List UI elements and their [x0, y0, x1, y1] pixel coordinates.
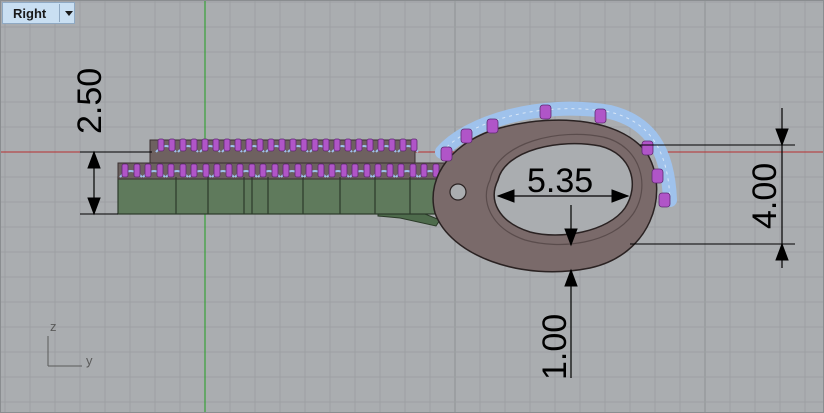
- top-stone-row: [149, 138, 419, 166]
- prong: [271, 163, 279, 178]
- bail-prong: [651, 168, 664, 184]
- bail-prong: [658, 192, 671, 208]
- prong: [294, 163, 302, 178]
- dimension-label-loop-width: 5.35: [527, 162, 593, 200]
- prong: [311, 138, 319, 152]
- prong: [388, 138, 396, 152]
- prong: [409, 163, 417, 178]
- prong: [355, 138, 363, 152]
- prong: [212, 138, 220, 152]
- prong: [363, 163, 371, 178]
- prong: [236, 163, 244, 178]
- prong: [245, 138, 253, 152]
- bail-prong: [539, 104, 552, 120]
- prong: [399, 138, 407, 152]
- prong: [167, 163, 175, 178]
- prong: [340, 163, 348, 178]
- chevron-down-icon[interactable]: [65, 10, 73, 16]
- prong: [300, 138, 308, 152]
- bail-prong: [440, 146, 453, 162]
- prong: [305, 163, 313, 178]
- prong: [351, 163, 359, 178]
- bail-prong: [460, 128, 473, 144]
- prong: [289, 138, 297, 152]
- bail-prong: [594, 108, 607, 124]
- dimension-label-height-left: 2.50: [71, 68, 109, 134]
- prong: [144, 163, 152, 178]
- prong: [223, 138, 231, 152]
- prong: [317, 163, 325, 178]
- prong: [366, 138, 374, 152]
- prong: [190, 138, 198, 152]
- prong: [201, 138, 209, 152]
- prong: [328, 163, 336, 178]
- axis-gizmo-z-label: z: [50, 319, 57, 334]
- prong: [377, 138, 385, 152]
- dimension-label-bottom-gap: 1.00: [536, 314, 574, 380]
- prong: [322, 138, 330, 152]
- prong: [133, 163, 141, 178]
- prong: [410, 138, 418, 152]
- prong: [202, 163, 210, 178]
- bail-hole: [449, 183, 467, 201]
- prong: [213, 163, 221, 178]
- prong: [179, 138, 187, 152]
- prong: [157, 138, 165, 152]
- prong: [386, 163, 394, 178]
- prong: [278, 138, 286, 152]
- prong: [344, 138, 352, 152]
- prong: [225, 163, 233, 178]
- prong: [420, 163, 428, 178]
- prong: [256, 138, 264, 152]
- prong: [282, 163, 290, 178]
- viewport-tab-label[interactable]: Right: [3, 6, 59, 21]
- prong: [156, 163, 164, 178]
- prong: [234, 138, 242, 152]
- prong: [333, 138, 341, 152]
- prong: [397, 163, 405, 178]
- viewport-tab[interactable]: Right: [2, 2, 75, 24]
- prong: [248, 163, 256, 178]
- dimension-label-loop-height: 4.00: [746, 163, 784, 229]
- prong: [179, 163, 187, 178]
- ring-body: [117, 162, 465, 227]
- axis-gizmo-y-label: y: [86, 353, 93, 368]
- prong: [121, 163, 129, 178]
- bail-prong: [486, 118, 499, 134]
- bail-prong: [641, 140, 654, 156]
- prong: [259, 163, 267, 178]
- prong: [168, 138, 176, 152]
- prong: [190, 163, 198, 178]
- viewport[interactable]: 2.50 5.35 4.00 1.00 z y Right: [0, 0, 824, 413]
- prong: [267, 138, 275, 152]
- viewport-scene[interactable]: 2.50 5.35 4.00 1.00 z y: [0, 0, 824, 413]
- prong: [374, 163, 382, 178]
- viewport-tab-separator: [59, 4, 60, 22]
